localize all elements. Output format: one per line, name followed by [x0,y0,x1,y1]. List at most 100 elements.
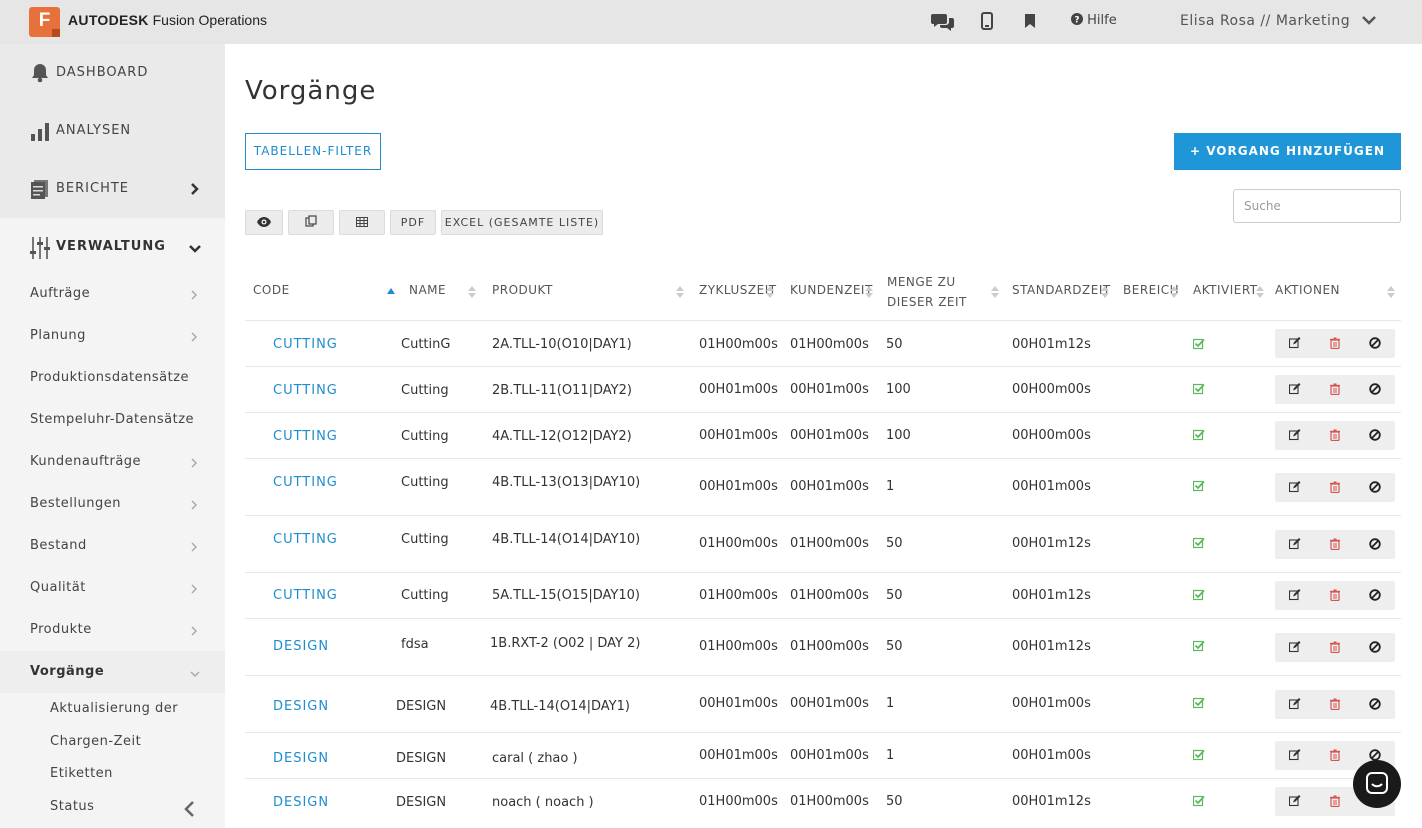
header-standard-time[interactable]: STANDARDZEIT [1012,283,1111,297]
sidebar-item-planung[interactable]: Planung [0,315,225,357]
user-menu[interactable]: Elisa Rosa // Marketing [1180,13,1350,29]
header-code[interactable]: CODE [253,283,290,297]
header-cycle-time[interactable]: ZYKLUSZEIT [699,283,777,297]
trash-icon[interactable] [1329,337,1341,350]
search-input[interactable] [1233,189,1401,223]
sidebar-item-auftraege[interactable]: Aufträge [0,273,225,315]
edit-icon[interactable] [1288,641,1301,653]
header-customer-time[interactable]: KUNDENZEIT [790,283,873,297]
sidebar-item-kundenauftraege[interactable]: Kundenaufträge [0,441,225,483]
bookmark-icon[interactable] [1025,14,1045,34]
header-active[interactable]: AKTIVIERT [1193,283,1258,297]
code-link[interactable]: DESIGN [273,639,329,654]
sort-both-icon[interactable] [1101,285,1109,299]
trash-icon[interactable] [1329,383,1341,396]
help-link[interactable]: ? Hilfe [1071,13,1117,28]
sidebar-item-produktionsdatensaetze[interactable]: Produktionsdatensätze [0,357,225,399]
chevron-right-icon [190,457,198,468]
sidebar-item-qualitaet[interactable]: Qualität [0,567,225,609]
copy-button[interactable] [288,210,334,235]
excel-button[interactable]: EXCEL (GESAMTE LISTE) [441,210,603,235]
ban-icon[interactable] [1369,481,1381,493]
trash-icon[interactable] [1329,698,1341,711]
edit-icon[interactable] [1288,383,1301,395]
edit-icon[interactable] [1288,589,1301,601]
sort-both-icon[interactable] [1170,285,1178,299]
sidebar-subitem-aktualisierung[interactable]: Aktualisierung der [50,701,178,716]
sort-both-icon[interactable] [1387,285,1395,299]
header-name[interactable]: NAME [409,283,446,297]
trash-icon[interactable] [1329,749,1341,762]
header-quantity[interactable]: MENGE ZU DIESER ZEIT [887,272,967,312]
trash-icon[interactable] [1329,481,1341,494]
chat-icon[interactable] [931,12,954,32]
sidebar-subitem-etiketten[interactable]: Etiketten [50,766,113,781]
sidebar-subitem-chargen-zeit[interactable]: Chargen-Zeit [50,734,141,749]
sidebar-item-vorgaenge[interactable]: Vorgänge [0,651,225,693]
sidebar-item-berichte[interactable]: BERICHTE [0,160,225,218]
csv-button[interactable] [339,210,385,235]
edit-icon[interactable] [1288,429,1301,441]
code-link[interactable]: DESIGN [273,795,329,810]
quantity-cell: 100 [886,382,911,397]
ban-icon[interactable] [1369,429,1381,441]
code-link[interactable]: CUTTING [273,337,338,352]
standard-time-cell: 00H01m00s [1012,479,1091,494]
edit-icon[interactable] [1288,749,1301,761]
trash-icon[interactable] [1329,641,1341,654]
sort-both-icon[interactable] [676,285,684,299]
sidebar-item-analysen[interactable]: ANALYSEN [0,102,225,160]
sort-both-icon[interactable] [991,285,999,299]
sidebar-item-stempeluhr[interactable]: Stempeluhr-Datensätze [0,399,225,441]
pdf-button[interactable]: PDF [390,210,436,235]
code-link[interactable]: DESIGN [273,699,329,714]
sort-asc-icon[interactable] [387,284,395,298]
trash-icon[interactable] [1329,538,1341,551]
code-link[interactable]: CUTTING [273,383,338,398]
bell-icon [30,63,50,83]
code-link[interactable]: DESIGN [273,751,329,766]
ban-icon[interactable] [1369,383,1381,395]
cycle-time-cell: 01H00m00s [699,536,778,551]
add-operation-button[interactable]: + VORGANG HINZUFÜGEN [1174,133,1401,170]
sidebar-item-bestellungen[interactable]: Bestellungen [0,483,225,525]
header-product[interactable]: PRODUKT [492,283,553,297]
table-filter-button[interactable]: TABELLEN-FILTER [245,133,381,170]
sort-both-icon[interactable] [468,285,476,299]
sort-both-icon[interactable] [865,285,873,299]
sidebar-item-bestand[interactable]: Bestand [0,525,225,567]
ban-icon[interactable] [1369,337,1381,349]
code-link[interactable]: CUTTING [273,475,338,490]
mobile-icon[interactable] [981,12,1001,32]
edit-icon[interactable] [1288,481,1301,493]
ban-icon[interactable] [1369,538,1381,550]
ban-icon[interactable] [1369,589,1381,601]
autodesk-logo[interactable]: F [29,7,60,37]
trash-icon[interactable] [1329,429,1341,442]
chevron-down-icon[interactable] [1362,15,1376,27]
customer-time-cell: 00H01m00s [790,748,869,763]
sidebar-item-verwaltung[interactable]: VERWALTUNG [0,218,225,276]
customer-time-cell: 01H00m00s [790,794,869,809]
code-link[interactable]: CUTTING [273,429,338,444]
trash-icon[interactable] [1329,589,1341,602]
edit-icon[interactable] [1288,795,1301,807]
standard-time-cell: 00H01m12s [1012,639,1091,654]
edit-icon[interactable] [1288,337,1301,349]
sidebar-item-dashboard[interactable]: DASHBOARD [0,44,225,102]
trash-icon[interactable] [1329,795,1341,808]
toggle-columns-button[interactable] [245,210,283,235]
edit-icon[interactable] [1288,698,1301,710]
sidebar-subitem-status[interactable]: Status [50,799,94,814]
sort-both-icon[interactable] [1256,285,1264,299]
sort-both-icon[interactable] [766,285,774,299]
sidebar-item-produkte[interactable]: Produkte [0,609,225,651]
code-link[interactable]: CUTTING [273,532,338,547]
collapse-sidebar-icon[interactable] [182,800,198,820]
edit-icon[interactable] [1288,538,1301,550]
table-icon [356,217,368,227]
code-link[interactable]: CUTTING [273,588,338,603]
ban-icon[interactable] [1369,641,1381,653]
ban-icon[interactable] [1369,698,1381,710]
chat-launcher-button[interactable] [1353,760,1401,808]
